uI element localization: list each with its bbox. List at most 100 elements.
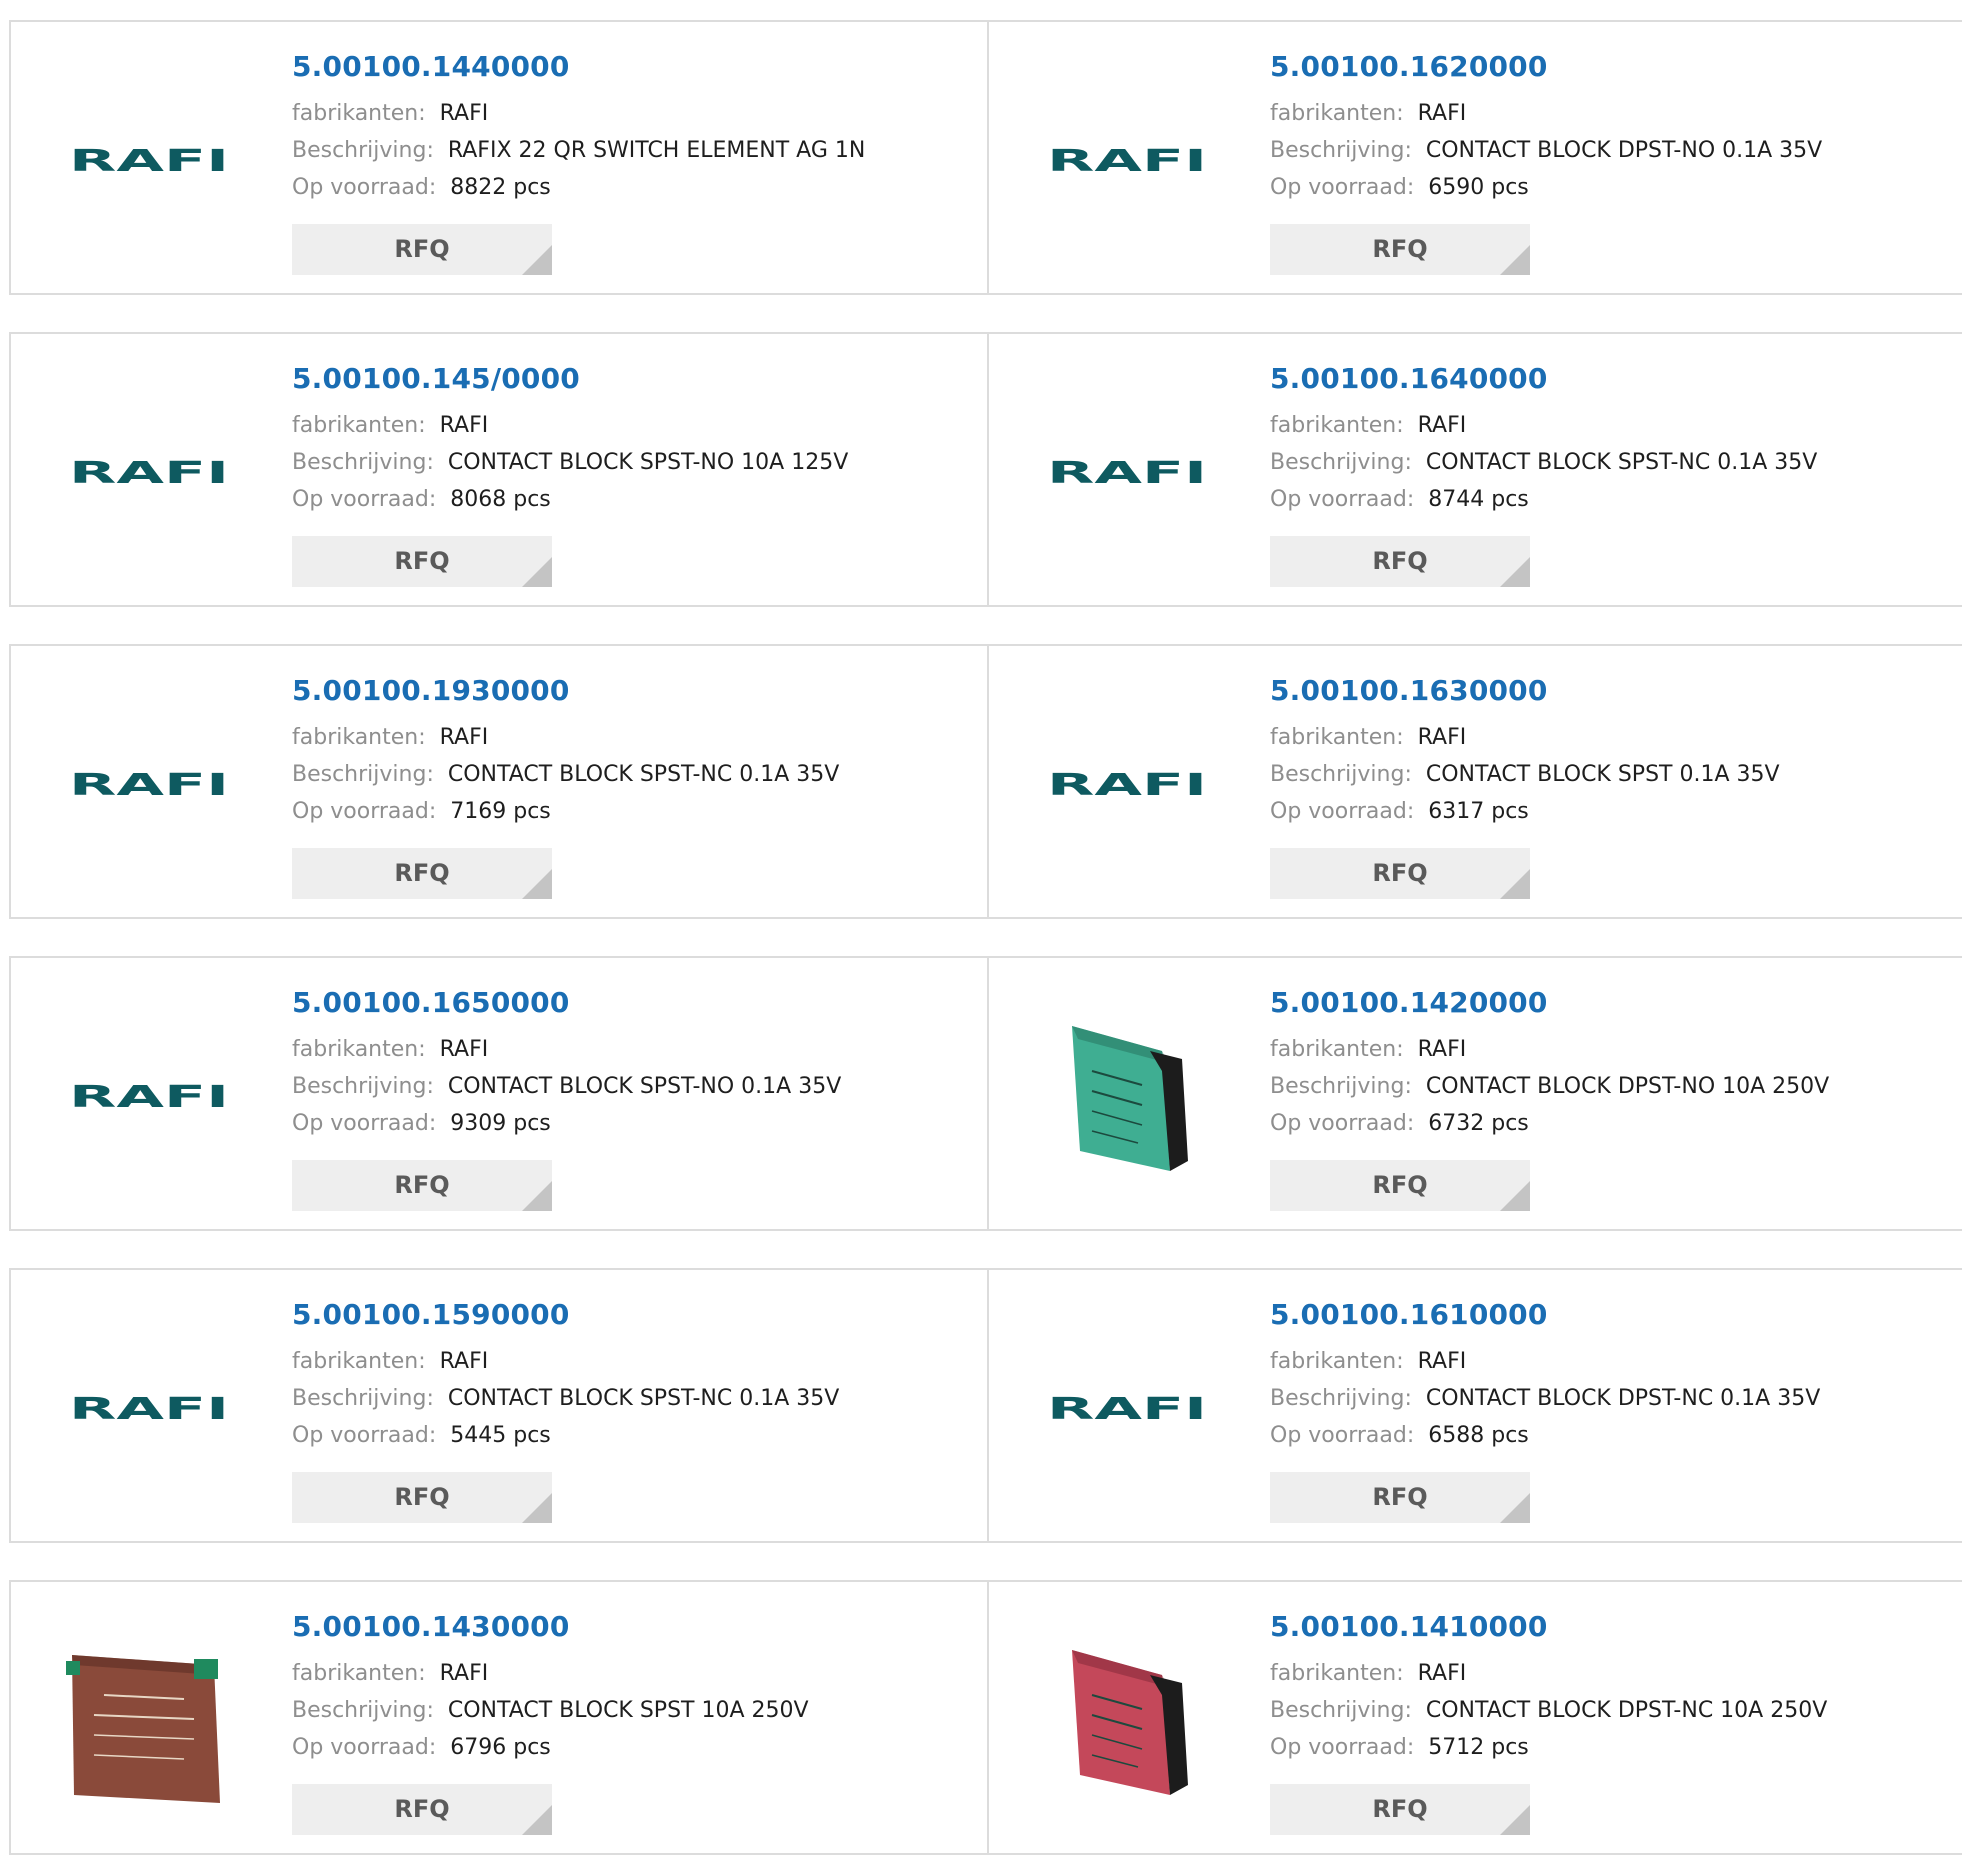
product-row: RAFI 5.00100.1590000 fabrikanten: RAFI Be… <box>9 1268 1962 1543</box>
product-card: RAFI 5.00100.1930000 fabrikanten: RAFI Be… <box>11 646 989 917</box>
manufacturer-value: RAFI <box>439 1661 489 1686</box>
manufacturer-line: fabrikanten: RAFI <box>292 95 865 132</box>
product-image[interactable] <box>49 1620 249 1820</box>
part-number-link[interactable]: 5.00100.1420000 <box>1270 985 1829 1021</box>
corner-triangle-icon <box>522 1493 552 1523</box>
corner-triangle-icon <box>1500 245 1530 275</box>
rfq-label: RFQ <box>394 1795 450 1823</box>
rafi-logo[interactable]: RAFI <box>49 1308 249 1508</box>
corner-triangle-icon <box>522 1181 552 1211</box>
corner-triangle-icon <box>522 869 552 899</box>
part-number-link[interactable]: 5.00100.1430000 <box>292 1609 809 1645</box>
stock-label: Op voorraad: <box>292 799 437 824</box>
stock-value: 5445 pcs <box>450 1423 551 1448</box>
stock-line: Op voorraad: 5712 pcs <box>1270 1729 1827 1766</box>
description-value: CONTACT BLOCK SPST-NC 0.1A 35V <box>447 762 840 787</box>
product-card: 5.00100.1420000 fabrikanten: RAFI Beschri… <box>989 958 1962 1229</box>
product-card: RAFI 5.00100.1620000 fabrikanten: RAFI Be… <box>989 22 1962 293</box>
description-label: Beschrijving: <box>1270 1074 1412 1099</box>
description-line: Beschrijving: CONTACT BLOCK SPST-NC 0.1A … <box>292 1380 839 1417</box>
description-label: Beschrijving: <box>1270 138 1412 163</box>
part-number-link[interactable]: 5.00100.1650000 <box>292 985 841 1021</box>
stock-line: Op voorraad: 6796 pcs <box>292 1729 809 1766</box>
product-card: RAFI 5.00100.1610000 fabrikanten: RAFI Be… <box>989 1270 1962 1541</box>
manufacturer-label: fabrikanten: <box>1270 101 1404 126</box>
rfq-button[interactable]: RFQ <box>292 1472 552 1523</box>
description-label: Beschrijving: <box>292 1698 434 1723</box>
part-number-link[interactable]: 5.00100.1610000 <box>1270 1297 1820 1333</box>
rfq-button[interactable]: RFQ <box>1270 1472 1530 1523</box>
stock-line: Op voorraad: 6317 pcs <box>1270 793 1780 830</box>
manufacturer-label: fabrikanten: <box>1270 1349 1404 1374</box>
stock-label: Op voorraad: <box>292 175 437 200</box>
rafi-logo[interactable]: RAFI <box>49 60 249 260</box>
part-number-link[interactable]: 5.00100.1620000 <box>1270 49 1822 85</box>
stock-value: 6590 pcs <box>1428 175 1529 200</box>
description-label: Beschrijving: <box>292 138 434 163</box>
description-line: Beschrijving: CONTACT BLOCK DPST-NO 0.1A … <box>1270 132 1822 169</box>
rfq-button[interactable]: RFQ <box>292 224 552 275</box>
rfq-button[interactable]: RFQ <box>292 1784 552 1835</box>
product-image[interactable] <box>1027 996 1227 1196</box>
rfq-button[interactable]: RFQ <box>1270 224 1530 275</box>
manufacturer-value: RAFI <box>439 413 489 438</box>
stock-label: Op voorraad: <box>292 1423 437 1448</box>
stock-label: Op voorraad: <box>292 1735 437 1760</box>
rafi-logo[interactable]: RAFI <box>1027 684 1227 884</box>
corner-triangle-icon <box>1500 869 1530 899</box>
manufacturer-value: RAFI <box>439 1349 489 1374</box>
rfq-button[interactable]: RFQ <box>292 848 552 899</box>
product-row: RAFI 5.00100.145/0000 fabrikanten: RAFI B… <box>9 332 1962 607</box>
rafi-logo[interactable]: RAFI <box>1027 60 1227 260</box>
rfq-button[interactable]: RFQ <box>292 1160 552 1211</box>
stock-label: Op voorraad: <box>1270 799 1415 824</box>
manufacturer-value: RAFI <box>1417 1037 1467 1062</box>
description-value: CONTACT BLOCK SPST-NO 0.1A 35V <box>447 1074 842 1099</box>
part-number-link[interactable]: 5.00100.1410000 <box>1270 1609 1827 1645</box>
rfq-label: RFQ <box>1372 1483 1428 1511</box>
rfq-button[interactable]: RFQ <box>1270 1160 1530 1211</box>
rfq-button[interactable]: RFQ <box>1270 848 1530 899</box>
stock-value: 8744 pcs <box>1428 487 1529 512</box>
stock-value: 6796 pcs <box>450 1735 551 1760</box>
manufacturer-line: fabrikanten: RAFI <box>1270 1031 1829 1068</box>
stock-label: Op voorraad: <box>1270 175 1415 200</box>
product-image[interactable] <box>1027 1620 1227 1820</box>
stock-label: Op voorraad: <box>1270 487 1415 512</box>
manufacturer-line: fabrikanten: RAFI <box>1270 1655 1827 1692</box>
rfq-button[interactable]: RFQ <box>1270 1784 1530 1835</box>
stock-label: Op voorraad: <box>1270 1735 1415 1760</box>
part-number-link[interactable]: 5.00100.1440000 <box>292 49 865 85</box>
description-value: CONTACT BLOCK SPST-NC 0.1A 35V <box>1425 450 1818 475</box>
rafi-logo[interactable]: RAFI <box>49 372 249 572</box>
description-value: CONTACT BLOCK DPST-NC 0.1A 35V <box>1425 1386 1821 1411</box>
corner-triangle-icon <box>522 557 552 587</box>
part-number-link[interactable]: 5.00100.1630000 <box>1270 673 1780 709</box>
product-card: 5.00100.1410000 fabrikanten: RAFI Beschri… <box>989 1582 1962 1853</box>
rafi-logo[interactable]: RAFI <box>1027 372 1227 572</box>
rfq-button[interactable]: RFQ <box>1270 536 1530 587</box>
rfq-label: RFQ <box>394 859 450 887</box>
manufacturer-line: fabrikanten: RAFI <box>1270 95 1822 132</box>
part-number-link[interactable]: 5.00100.1640000 <box>1270 361 1817 397</box>
rafi-logo[interactable]: RAFI <box>49 996 249 1196</box>
rafi-logo[interactable]: RAFI <box>1027 1308 1227 1508</box>
part-number-link[interactable]: 5.00100.1930000 <box>292 673 839 709</box>
corner-triangle-icon <box>522 245 552 275</box>
product-card: RAFI 5.00100.145/0000 fabrikanten: RAFI B… <box>11 334 989 605</box>
description-label: Beschrijving: <box>292 762 434 787</box>
rafi-logo-text: RAFI <box>69 147 229 173</box>
stock-label: Op voorraad: <box>1270 1111 1415 1136</box>
stock-value: 6588 pcs <box>1428 1423 1529 1448</box>
description-label: Beschrijving: <box>292 1386 434 1411</box>
product-card: RAFI 5.00100.1590000 fabrikanten: RAFI Be… <box>11 1270 989 1541</box>
rfq-label: RFQ <box>1372 547 1428 575</box>
manufacturer-line: fabrikanten: RAFI <box>1270 1343 1820 1380</box>
product-card: RAFI 5.00100.1650000 fabrikanten: RAFI Be… <box>11 958 989 1229</box>
rafi-logo[interactable]: RAFI <box>49 684 249 884</box>
manufacturer-label: fabrikanten: <box>292 413 426 438</box>
part-number-link[interactable]: 5.00100.1590000 <box>292 1297 839 1333</box>
rfq-button[interactable]: RFQ <box>292 536 552 587</box>
part-number-link[interactable]: 5.00100.145/0000 <box>292 361 848 397</box>
rafi-logo-text: RAFI <box>69 771 229 797</box>
